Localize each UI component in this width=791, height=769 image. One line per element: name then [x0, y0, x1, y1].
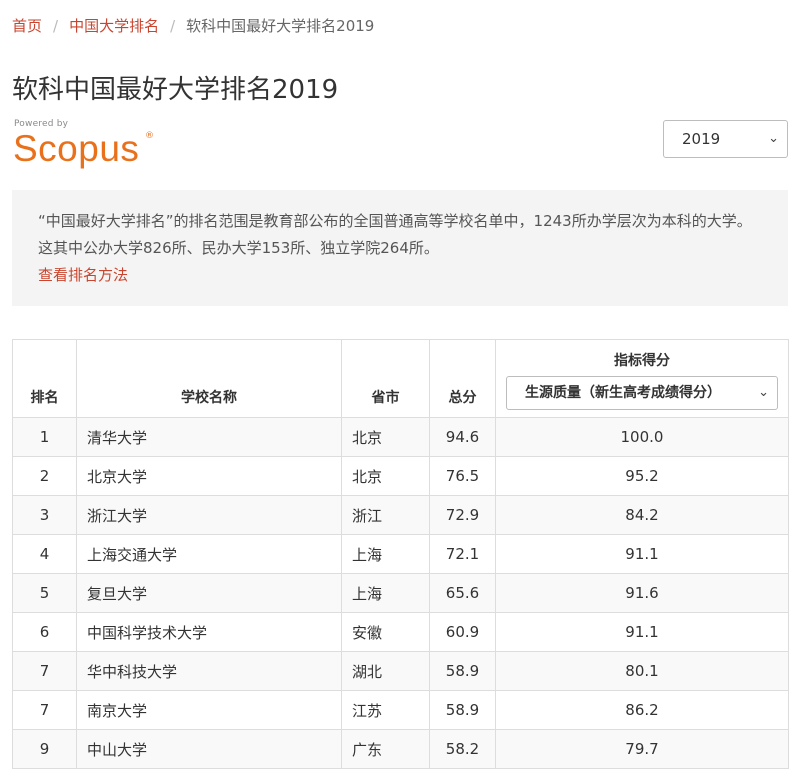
cell-indicator-score: 80.1: [495, 651, 789, 691]
table-row: 4 上海交通大学 上海 72.1 91.1: [12, 534, 789, 574]
table-row: 1 清华大学 北京 94.6 100.0: [12, 417, 789, 457]
scopus-logo: Powered by Scopus ®: [13, 117, 154, 171]
registered-mark: ®: [145, 131, 154, 141]
cell-school-name[interactable]: 北京大学: [76, 456, 342, 496]
ranking-table: 排名 学校名称 省市 总分 指标得分 生源质量（新生高考成绩得分） ⌄ 1 清华…: [12, 339, 789, 769]
cell-total-score: 76.5: [429, 456, 496, 496]
cell-total-score: 60.9: [429, 612, 496, 652]
cell-rank: 9: [12, 729, 77, 769]
ranking-methodology-link[interactable]: 查看排名方法: [38, 262, 762, 289]
page-title: 软科中国最好大学排名2019: [12, 75, 339, 105]
cell-rank: 4: [12, 534, 77, 574]
breadcrumb: 首页 / 中国大学排名 / 软科中国最好大学排名2019: [12, 16, 374, 36]
indicator-select-value: 生源质量（新生高考成绩得分）: [525, 385, 721, 401]
header-rank[interactable]: 排名: [12, 339, 77, 418]
cell-province: 江苏: [341, 690, 430, 730]
year-select-value: 2019: [682, 130, 721, 148]
header-school-name: 学校名称: [76, 339, 342, 418]
cell-total-score: 65.6: [429, 573, 496, 613]
cell-province: 广东: [341, 729, 430, 769]
cell-rank: 1: [12, 417, 77, 457]
cell-province: 北京: [341, 456, 430, 496]
chevron-down-icon: ⌄: [768, 131, 779, 146]
cell-indicator-score: 79.7: [495, 729, 789, 769]
cell-rank: 5: [12, 573, 77, 613]
page: 首页 / 中国大学排名 / 软科中国最好大学排名2019 软科中国最好大学排名2019 …: [0, 0, 791, 769]
table-row: 7 华中科技大学 湖北 58.9 80.1: [12, 651, 789, 691]
cell-indicator-score: 91.1: [495, 534, 789, 574]
cell-school-name[interactable]: 华中科技大学: [76, 651, 342, 691]
cell-school-name[interactable]: 清华大学: [76, 417, 342, 457]
table-row: 5 复旦大学 上海 65.6 91.6: [12, 573, 789, 613]
ranking-description: “中国最好大学排名”的排名范围是教育部公布的全国普通高等学校名单中，1243所办…: [38, 212, 752, 257]
cell-rank: 3: [12, 495, 77, 535]
cell-school-name[interactable]: 浙江大学: [76, 495, 342, 535]
breadcrumb-current: 软科中国最好大学排名2019: [186, 17, 375, 35]
header-total-score[interactable]: 总分: [429, 339, 496, 418]
cell-province: 上海: [341, 534, 430, 574]
cell-indicator-score: 86.2: [495, 690, 789, 730]
cell-total-score: 72.9: [429, 495, 496, 535]
cell-rank: 7: [12, 651, 77, 691]
cell-total-score: 58.9: [429, 690, 496, 730]
cell-rank: 2: [12, 456, 77, 496]
table-row: 3 浙江大学 浙江 72.9 84.2: [12, 495, 789, 535]
header-indicator-score: 指标得分 生源质量（新生高考成绩得分） ⌄: [495, 339, 789, 418]
indicator-label: 指标得分: [614, 353, 670, 369]
cell-province: 湖北: [341, 651, 430, 691]
table-row: 2 北京大学 北京 76.5 95.2: [12, 456, 789, 496]
cell-total-score: 72.1: [429, 534, 496, 574]
cell-indicator-score: 91.6: [495, 573, 789, 613]
cell-province: 北京: [341, 417, 430, 457]
cell-province: 浙江: [341, 495, 430, 535]
cell-school-name[interactable]: 上海交通大学: [76, 534, 342, 574]
table-row: 7 南京大学 江苏 58.9 86.2: [12, 690, 789, 730]
breadcrumb-separator: /: [170, 17, 176, 35]
breadcrumb-separator: /: [53, 17, 59, 35]
cell-school-name[interactable]: 中国科学技术大学: [76, 612, 342, 652]
cell-school-name[interactable]: 中山大学: [76, 729, 342, 769]
table-row: 9 中山大学 广东 58.2 79.7: [12, 729, 789, 769]
cell-indicator-score: 100.0: [495, 417, 789, 457]
cell-total-score: 58.9: [429, 651, 496, 691]
cell-rank: 6: [12, 612, 77, 652]
cell-total-score: 94.6: [429, 417, 496, 457]
header-province[interactable]: 省市: [341, 339, 430, 418]
cell-rank: 7: [12, 690, 77, 730]
cell-province: 上海: [341, 573, 430, 613]
ranking-description-box: “中国最好大学排名”的排名范围是教育部公布的全国普通高等学校名单中，1243所办…: [12, 190, 788, 306]
breadcrumb-home-link[interactable]: 首页: [12, 17, 42, 35]
cell-school-name[interactable]: 复旦大学: [76, 573, 342, 613]
indicator-select[interactable]: 生源质量（新生高考成绩得分） ⌄: [506, 376, 778, 410]
chevron-down-icon: ⌄: [758, 385, 769, 400]
cell-indicator-score: 95.2: [495, 456, 789, 496]
scopus-wordmark: Scopus: [13, 128, 140, 169]
year-select[interactable]: 2019 ⌄: [663, 120, 788, 158]
cell-school-name[interactable]: 南京大学: [76, 690, 342, 730]
breadcrumb-section-link[interactable]: 中国大学排名: [69, 17, 159, 35]
cell-indicator-score: 91.1: [495, 612, 789, 652]
table-header-row: 排名 学校名称 省市 总分 指标得分 生源质量（新生高考成绩得分） ⌄: [12, 339, 789, 418]
table-row: 6 中国科学技术大学 安徽 60.9 91.1: [12, 612, 789, 652]
cell-indicator-score: 84.2: [495, 495, 789, 535]
cell-total-score: 58.2: [429, 729, 496, 769]
cell-province: 安徽: [341, 612, 430, 652]
